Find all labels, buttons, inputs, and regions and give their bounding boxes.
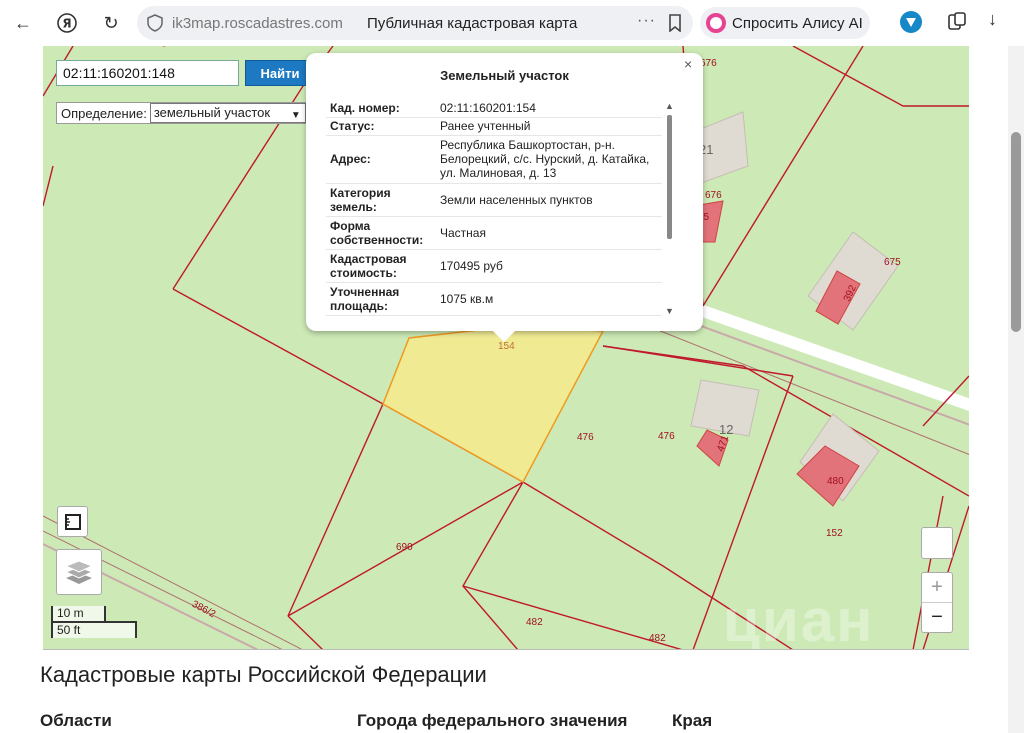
info-value: Ранее учтенный	[436, 117, 662, 136]
extension-icon[interactable]	[900, 11, 922, 33]
definition-value: земельный участок	[153, 105, 271, 120]
info-row: Категория земель: Земли населенных пункт…	[326, 183, 662, 217]
popup-title: Земельный участок	[440, 68, 569, 83]
info-key: Кадастровая стоимость:	[326, 249, 436, 283]
info-value: Частная	[436, 216, 662, 250]
url-text: ik3map.roscadastres.com	[172, 15, 343, 32]
zoom-control: + −	[921, 572, 953, 633]
yandex-icon[interactable]: Я	[52, 8, 82, 38]
find-button[interactable]: Найти	[245, 60, 315, 86]
watermark-logo: циан	[723, 587, 875, 650]
info-row: Кад. номер: 02:11:160201:154	[326, 99, 662, 118]
info-row: Кадастровая стоимость: 170495 руб	[326, 249, 662, 283]
browser-toolbar: ← Я ↻ ik3map.roscadastres.com Публичная …	[0, 0, 1024, 46]
layers-button[interactable]	[56, 549, 102, 595]
download-icon[interactable]: ↓	[988, 9, 997, 30]
layers-icon	[64, 560, 94, 584]
column-heading-krai[interactable]: Края	[672, 711, 712, 731]
page-heading: Кадастровые карты Российской Федерации	[40, 662, 487, 687]
parcel-info-table: Кад. номер: 02:11:160201:154 Статус: Ран…	[326, 99, 662, 316]
info-value: 1075 кв.м	[436, 282, 662, 316]
info-key: Форма собственности:	[326, 216, 436, 250]
column-heading-cities[interactable]: Города федерального значения	[357, 711, 627, 731]
parcel-label: 482	[526, 617, 543, 628]
more-icon[interactable]: ···	[637, 12, 656, 30]
shield-icon	[147, 14, 163, 32]
info-value: 170495 руб	[436, 249, 662, 283]
scroll-up-icon[interactable]: ▲	[665, 101, 674, 111]
info-key: Статус:	[326, 117, 436, 136]
info-row: Адрес: Республика Башкортостан, р-н. Бел…	[326, 135, 662, 184]
parcel-label: 476	[577, 432, 594, 443]
parcel-label: 676	[705, 190, 722, 201]
scale-bar: 10 m 50 ft	[51, 606, 137, 638]
column-heading-regions[interactable]: Области	[40, 711, 112, 731]
info-key: Кад. номер:	[326, 99, 436, 118]
page-scrollbar[interactable]	[1008, 46, 1024, 733]
parcel-label: 482	[649, 633, 666, 644]
ruler-icon	[64, 513, 81, 530]
info-row: Форма собственности: Частная	[326, 216, 662, 250]
definition-select[interactable]: земельный участок ▼	[149, 103, 306, 123]
bookmark-icon[interactable]	[667, 14, 683, 32]
alice-button[interactable]: Спросить Алису AI	[700, 7, 870, 39]
close-icon[interactable]: ×	[684, 56, 692, 72]
info-row: Уточненная площадь: 1075 кв.м	[326, 282, 662, 316]
info-value: Республика Башкортостан, р-н. Белорецкий…	[436, 135, 662, 184]
info-key: Категория земель:	[326, 183, 436, 217]
address-bar[interactable]: ik3map.roscadastres.com Публичная кадаст…	[137, 6, 693, 40]
scale-imperial: 50 ft	[51, 621, 137, 638]
info-value: Земли населенных пунктов	[436, 183, 662, 217]
reload-icon[interactable]: ↻	[96, 8, 126, 38]
info-row: Статус: Ранее учтенный	[326, 117, 662, 136]
parcel-label: 476	[658, 431, 675, 442]
measure-button[interactable]	[57, 506, 88, 537]
page-title-tab: Публичная кадастровая карта	[367, 15, 578, 32]
popup-pointer	[492, 330, 516, 342]
svg-text:Я: Я	[62, 17, 71, 31]
info-key: Адрес:	[326, 135, 436, 184]
info-key: Уточненная площадь:	[326, 282, 436, 316]
parcel-label: 152	[826, 528, 843, 539]
zoom-in-button[interactable]: +	[922, 573, 952, 603]
building-label: 480	[827, 476, 844, 487]
alice-icon	[706, 13, 726, 33]
definition-label: Определение:	[61, 105, 147, 121]
definition-selector: Определение: земельный участок ▼	[56, 102, 307, 124]
popup-scroll-thumb[interactable]	[667, 115, 672, 239]
info-value: 02:11:160201:154	[436, 99, 662, 118]
cadastral-search-input[interactable]: 02:11:160201:148	[56, 60, 239, 86]
back-icon[interactable]: ←	[8, 8, 38, 38]
scroll-down-icon[interactable]: ▼	[665, 306, 674, 316]
collections-icon[interactable]	[946, 11, 968, 33]
parcel-info-popup: Земельный участок × Кад. номер: 02:11:16…	[306, 53, 703, 342]
parcel-label: 690	[396, 542, 413, 553]
alice-label: Спросить Алису AI	[732, 14, 863, 32]
parcel-label: 154	[498, 341, 515, 352]
chevron-down-icon: ▼	[290, 110, 301, 121]
fullscreen-button[interactable]	[921, 527, 953, 559]
parcel-label: 675	[884, 257, 901, 268]
zoom-out-button[interactable]: −	[922, 603, 952, 632]
popup-scrollbar[interactable]: ▲ ▼	[665, 101, 675, 317]
page-scroll-thumb[interactable]	[1011, 132, 1021, 332]
